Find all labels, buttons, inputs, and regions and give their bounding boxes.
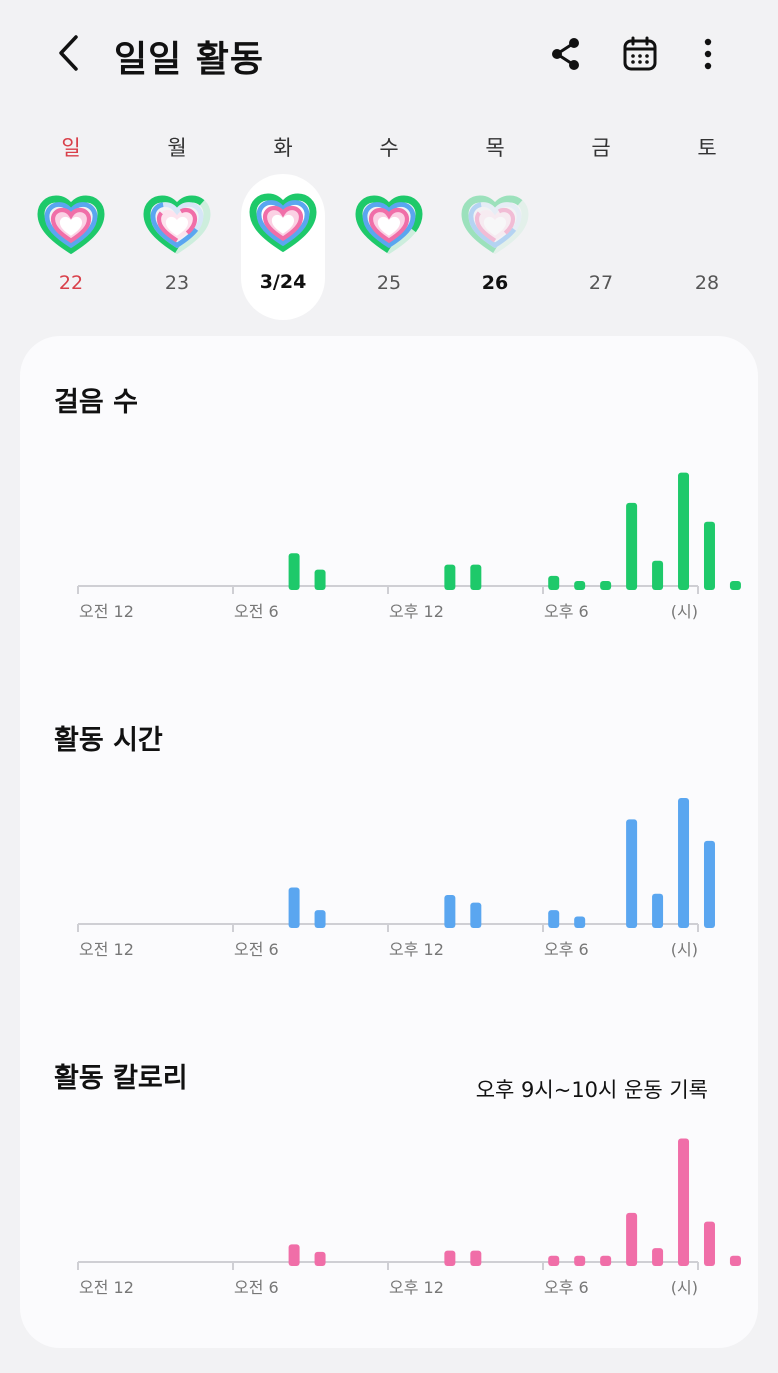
page-title: 일일 활동: [114, 39, 265, 80]
chart-bar[interactable]: [444, 895, 456, 928]
chart-bar[interactable]: [314, 910, 326, 928]
day-of-week: 화: [273, 136, 293, 160]
x-tick-label: 오전 12: [79, 602, 134, 621]
chart-bar[interactable]: [678, 1138, 690, 1266]
chart-bar[interactable]: [548, 1255, 560, 1266]
chart-bar[interactable]: [470, 1250, 482, 1266]
chart-bar[interactable]: [652, 560, 664, 590]
day-date: 23: [164, 272, 190, 294]
day-friday[interactable]: 금 27: [559, 120, 643, 318]
chart-bar[interactable]: [729, 1255, 741, 1266]
x-tick-label: 오후 6: [544, 1278, 589, 1297]
x-tick-label: 오전 6: [234, 1278, 279, 1297]
day-date: 22: [58, 272, 84, 294]
chart-bar[interactable]: [288, 553, 300, 590]
day-date: 27: [588, 272, 614, 294]
day-date: 3/24: [259, 271, 307, 293]
chart-bar[interactable]: [729, 580, 741, 590]
chart-bar[interactable]: [626, 1212, 638, 1266]
active-time-chart: 오전 12 오전 6 오후 12 오후 6 (시): [77, 798, 715, 959]
chart-bar[interactable]: [574, 580, 586, 590]
day-saturday[interactable]: 토 28: [665, 120, 749, 318]
chart-bar[interactable]: [600, 580, 612, 590]
chart-bar[interactable]: [703, 1221, 715, 1266]
chart-bar[interactable]: [703, 840, 715, 928]
day-date: 28: [694, 272, 720, 294]
day-of-week: 금: [591, 136, 611, 160]
more-vertical-icon: [704, 38, 712, 70]
x-tick-label: 오전 12: [79, 1278, 134, 1297]
chart-bar[interactable]: [600, 1255, 612, 1266]
chart-bar[interactable]: [626, 819, 638, 928]
steps-chart: 오전 12 오전 6 오후 12 오후 6 (시): [77, 472, 741, 621]
chart-bar[interactable]: [574, 1255, 586, 1266]
chart-bar[interactable]: [314, 569, 326, 590]
day-monday[interactable]: 월 23: [135, 120, 219, 318]
heart-ring-icon: [248, 192, 318, 256]
chart-bar[interactable]: [444, 1250, 456, 1266]
x-tick-label: 오후 6: [544, 602, 589, 621]
chart-bar[interactable]: [288, 1244, 300, 1266]
chevron-left-icon: [59, 35, 78, 71]
share-icon: [552, 38, 579, 70]
calories-title: 활동 칼로리: [54, 1063, 188, 1094]
chart-bar[interactable]: [652, 1248, 664, 1266]
x-tick-label: 오후 12: [389, 940, 444, 959]
calendar-icon: [623, 36, 657, 71]
day-date: 25: [376, 272, 402, 294]
heart-ring-icon: [142, 194, 212, 258]
chart-bar[interactable]: [652, 893, 664, 928]
x-tick-label: (시): [671, 1278, 698, 1297]
chart-bar[interactable]: [626, 502, 638, 590]
chart-bar[interactable]: [288, 887, 300, 928]
chart-bar[interactable]: [574, 916, 586, 928]
active-time-title: 활동 시간: [54, 725, 163, 756]
x-tick-label: 오전 6: [234, 940, 279, 959]
more-options-button[interactable]: [686, 32, 730, 76]
chart-bar[interactable]: [470, 564, 482, 590]
heart-ring-icon: [460, 194, 530, 258]
x-tick-label: 오후 12: [389, 602, 444, 621]
x-tick-label: (시): [671, 940, 698, 959]
chart-bar[interactable]: [678, 798, 690, 928]
calendar-button[interactable]: [618, 32, 662, 76]
day-date: 26: [481, 272, 509, 294]
day-of-week: 수: [379, 136, 399, 160]
day-of-week: 목: [485, 136, 505, 160]
heart-ring-icon: [354, 194, 424, 258]
share-button[interactable]: [544, 32, 588, 76]
workout-note: 오후 9시~10시 운동 기록: [475, 1078, 708, 1102]
steps-title: 걸음 수: [54, 387, 138, 418]
activity-card: 걸음 수 오전 12 오전 6 오후 12 오후 6 (시) 활동 시간 오전 12 오전…: [20, 336, 758, 1348]
x-tick-label: 오전 6: [234, 602, 279, 621]
day-of-week: 일: [61, 136, 81, 160]
x-tick-label: 오전 12: [79, 940, 134, 959]
app-bar: 일일 활동: [0, 0, 778, 110]
week-selector: 일 22 월 23 화 3/24 수 25 목 26 금 27 토 28: [18, 120, 760, 320]
day-of-week: 월: [167, 136, 187, 160]
back-button[interactable]: [48, 30, 88, 76]
chart-bar[interactable]: [703, 521, 715, 590]
chart-bar[interactable]: [470, 902, 482, 928]
x-tick-label: 오후 12: [389, 1278, 444, 1297]
chart-bar[interactable]: [678, 472, 690, 590]
heart-ring-icon: [36, 194, 106, 258]
chart-bar[interactable]: [444, 564, 456, 590]
day-thursday[interactable]: 목 26: [453, 120, 537, 318]
day-sunday[interactable]: 일 22: [29, 120, 113, 318]
day-tuesday-selected[interactable]: 3/24: [241, 174, 325, 320]
calories-chart: 오전 12 오전 6 오후 12 오후 6 (시): [77, 1138, 741, 1297]
chart-bar[interactable]: [548, 575, 560, 590]
day-wednesday[interactable]: 수 25: [347, 120, 431, 318]
chart-bar[interactable]: [314, 1251, 326, 1266]
x-tick-label: 오후 6: [544, 940, 589, 959]
x-tick-label: (시): [671, 602, 698, 621]
chart-bar[interactable]: [548, 910, 560, 928]
day-of-week: 토: [697, 136, 717, 160]
